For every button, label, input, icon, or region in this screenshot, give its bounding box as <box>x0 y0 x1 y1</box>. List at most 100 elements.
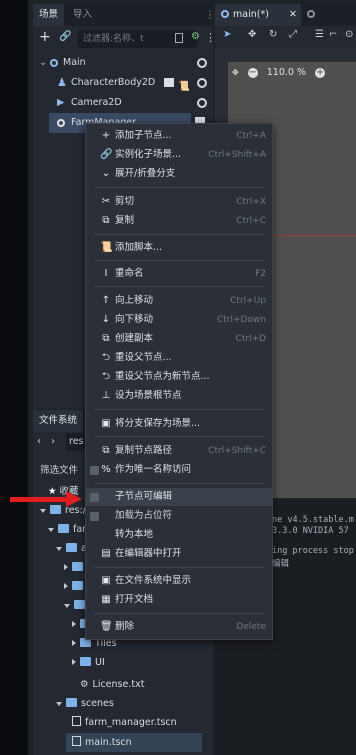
zoom-level[interactable]: 110.0 % <box>267 67 306 78</box>
scissors-icon: ✂ <box>101 196 111 207</box>
rotate-tool-icon[interactable]: ↻ <box>269 29 277 40</box>
ruler-icon[interactable]: ⌐ <box>329 29 337 40</box>
menu-label: 作为唯一名称访问 <box>115 464 192 475</box>
menu-item-save-branch-as-scene[interactable]: ▣ 将分支保存为场景... <box>86 415 272 433</box>
zoom-in-icon[interactable]: + <box>315 68 326 78</box>
select-tool-icon[interactable]: ➤ <box>223 29 231 40</box>
zoom-out-icon[interactable]: − <box>247 68 258 78</box>
move-tool-icon[interactable]: ✥ <box>248 29 256 40</box>
menu-label: 重设父节点... <box>115 352 172 363</box>
menu-label: 设为场景根节点 <box>115 390 182 401</box>
left-edge-strip <box>0 0 28 755</box>
menu-label: 创建副本 <box>115 333 154 344</box>
node2d-icon <box>50 59 58 67</box>
tab-filesystem[interactable]: 文件系统 <box>33 410 84 432</box>
scale-tool-icon[interactable]: ⤢ <box>289 29 297 40</box>
script-add-icon: 📜 <box>100 242 113 253</box>
file-row-main[interactable]: main.tscn <box>66 733 202 752</box>
folder-row[interactable]: a <box>56 539 87 558</box>
checkbox[interactable] <box>90 512 99 521</box>
tree-row-main[interactable]: ⌄ Main <box>33 53 213 73</box>
reparent-icon: ⮌ <box>101 352 110 363</box>
dock-menu-icon[interactable]: ⋮ <box>205 10 215 21</box>
folder-icon <box>72 581 83 590</box>
menu-item-copy-node-path[interactable]: ⧉ 复制节点路径 Ctrl+Shift+C <box>86 442 272 460</box>
folder-row-scenes[interactable]: scenes <box>56 694 114 713</box>
menu-item-copy[interactable]: ⧉ 复制 Ctrl+C <box>86 212 272 230</box>
menu-item-attach-script[interactable]: 📜 添加脚本... <box>86 239 272 257</box>
filter-files-label[interactable]: 筛选文件 <box>40 462 78 476</box>
clapper-icon[interactable] <box>164 78 174 87</box>
visibility-eye-icon[interactable] <box>197 98 207 108</box>
menu-item-make-scene-root[interactable]: ⊥ 设为场景根节点 <box>86 387 272 405</box>
menu-item-load-as-placeholder[interactable]: 加载为占位符 <box>86 507 272 525</box>
menu-item-unique-name[interactable]: % 作为唯一名称访问 <box>86 461 272 479</box>
tab-main-scene[interactable]: main(*) ✕ <box>215 4 301 26</box>
menu-item-instantiate-child-scene[interactable]: 🔗 实例化子场景... Ctrl+Shift+A <box>86 146 272 164</box>
nav-forward-icon[interactable]: › <box>51 436 55 447</box>
tab-scene[interactable]: 场景 <box>33 4 65 26</box>
visibility-eye-icon[interactable] <box>197 58 207 68</box>
file-row-license[interactable]: ⚙ License.txt <box>80 675 144 694</box>
menu-separator <box>94 234 264 235</box>
copy-path-icon: ⧉ <box>102 445 110 456</box>
visibility-eye-icon[interactable] <box>197 78 207 88</box>
tab-import[interactable]: 导入 <box>67 4 98 26</box>
editor-tabs: main(*) ✕ farm_ma <box>215 4 356 26</box>
menu-item-add-child[interactable]: + 添加子节点... Ctrl+A <box>86 127 272 145</box>
menu-label: 重命名 <box>115 268 144 279</box>
snap-icon[interactable]: ⊙ <box>345 29 353 40</box>
menu-separator <box>94 613 264 614</box>
nav-back-icon[interactable]: ‹ <box>37 436 41 447</box>
menu-item-expand-collapse[interactable]: ⌄ 展开/折叠分支 <box>86 165 272 183</box>
menu-shortcut: Ctrl+X <box>236 197 266 207</box>
folder-row[interactable] <box>64 577 87 596</box>
menu-label: 子节点可编辑 <box>115 491 173 502</box>
menu-label: 在文件系统中显示 <box>115 575 192 586</box>
output-line: 编辑 <box>272 559 290 569</box>
menu-item-make-local[interactable]: 转为本地 <box>86 526 272 544</box>
menu-label: 实例化子场景... <box>115 149 182 160</box>
menu-item-cut[interactable]: ✂ 剪切 Ctrl+X <box>86 193 272 211</box>
menu-item-duplicate[interactable]: ⧉ 创建副本 Ctrl+D <box>86 330 272 348</box>
menu-item-reparent[interactable]: ⮌ 重设父节点... <box>86 349 272 367</box>
menu-label: 向下移动 <box>115 314 154 325</box>
output-line: ne v4.5.stable.m <box>272 515 354 525</box>
link-icon[interactable]: 🔗 <box>59 31 71 42</box>
menu-item-show-in-filesystem[interactable]: ▣ 在文件系统中显示 <box>86 572 272 590</box>
checkbox[interactable] <box>90 466 99 475</box>
folder-row-ui[interactable]: UI <box>72 653 105 672</box>
path-field[interactable]: res <box>66 433 86 451</box>
tree-row-camera2d[interactable]: ▶ Camera2D <box>33 93 213 113</box>
tree-row-characterbody2d[interactable]: ♟ CharacterBody2D 📜 <box>33 73 213 93</box>
menu-item-open-documentation[interactable]: ▦ 打开文档 <box>86 591 272 609</box>
menu-item-move-up[interactable]: ↑ 向上移动 Ctrl+Up <box>86 292 272 310</box>
filter-options-icon[interactable] <box>175 33 183 43</box>
menu-shortcut: F2 <box>255 269 266 279</box>
chevron-right-icon <box>72 659 76 665</box>
close-icon[interactable]: ✕ <box>289 4 297 26</box>
star-icon: ★ <box>48 486 57 497</box>
menu-item-rename[interactable]: I 重命名 F2 <box>86 265 272 283</box>
checkbox[interactable] <box>90 493 99 502</box>
menu-item-delete[interactable]: 🗑 删除 Delete <box>86 618 272 636</box>
tab-farm-manager[interactable]: farm_ma <box>301 4 356 26</box>
pan-icon[interactable]: ✥ <box>232 68 239 77</box>
menu-item-move-down[interactable]: ↓ 向下移动 Ctrl+Down <box>86 311 272 329</box>
annotation-arrow-shaft <box>10 497 70 502</box>
chevron-down-icon: ⌄ <box>101 168 111 179</box>
file-row-farm-manager[interactable]: farm_manager.tscn <box>72 713 177 732</box>
folder-row[interactable] <box>64 558 87 577</box>
tab-label: main(*) <box>233 9 269 20</box>
list-tool-icon[interactable]: ☰ <box>315 29 324 40</box>
script-icon[interactable]: ⚙ <box>191 31 200 42</box>
folder-icon <box>66 698 77 707</box>
menu-item-editable-children[interactable]: 子节点可编辑 <box>86 488 272 506</box>
add-node-icon[interactable]: + <box>39 29 51 45</box>
folder-row[interactable]: far <box>48 520 86 539</box>
zoom-controls: ✥ − 110.0 % + <box>232 64 326 82</box>
menu-item-reparent-to-new[interactable]: ⮌ 重设父节点为新节点... <box>86 368 272 386</box>
menu-item-open-in-editor[interactable]: ▤ 在编辑器中打开 <box>86 545 272 563</box>
menu-label: 向上移动 <box>115 295 154 306</box>
chevron-right-icon <box>72 621 76 627</box>
